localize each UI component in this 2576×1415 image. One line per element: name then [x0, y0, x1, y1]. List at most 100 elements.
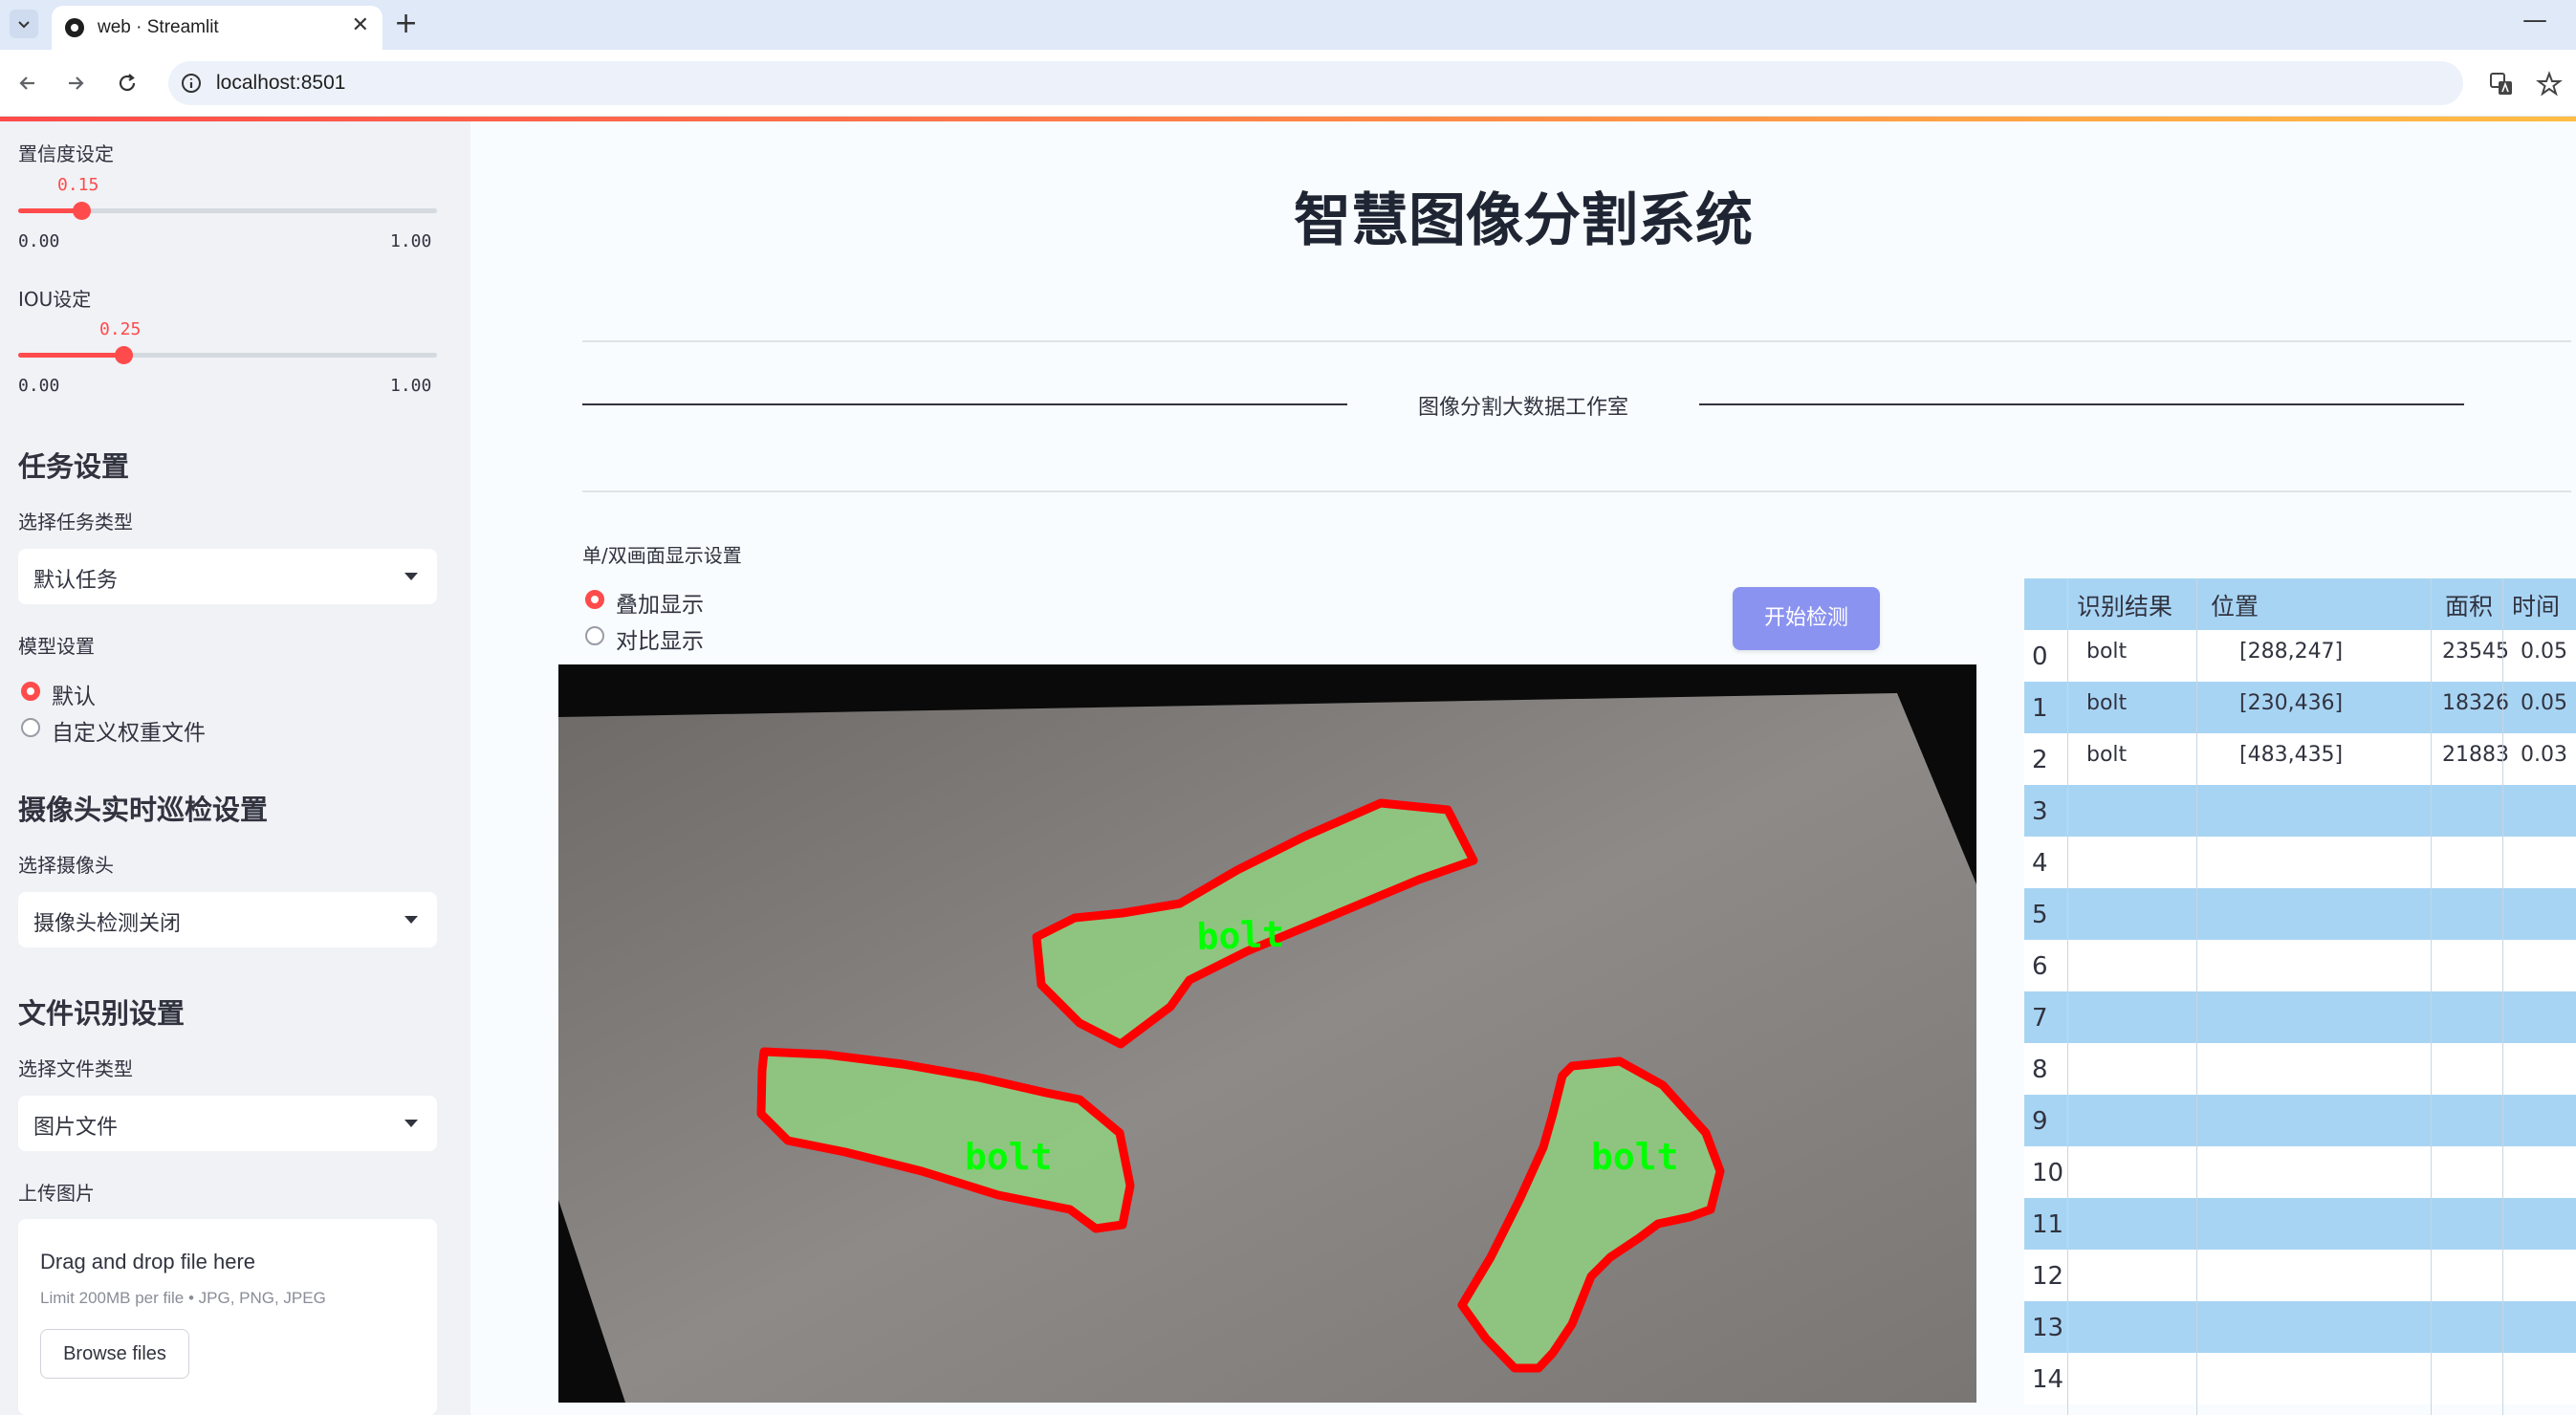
model-option-label: 自定义权重文件 [52, 721, 206, 746]
segmentation-canvas: bolt bolt bolt [558, 664, 1976, 1403]
task-type-label: 选择任务类型 [18, 511, 133, 533]
iou-slider-fill [18, 353, 123, 358]
task-settings-heading: 任务设置 [18, 450, 130, 483]
table-row-empty[interactable]: 8 [2024, 1043, 2576, 1095]
studio-text: 图像分割大数据工作室 [1417, 396, 1628, 420]
new-tab-plus-icon[interactable]: + [394, 8, 418, 40]
back-arrow-icon[interactable] [15, 71, 40, 96]
minimize-window-icon[interactable]: — [2522, 6, 2547, 34]
file-type-label: 选择文件类型 [18, 1057, 133, 1080]
cell-area: 23545 [2442, 640, 2509, 664]
confidence-slider-thumb[interactable] [73, 202, 91, 220]
iou-label: IOU设定 [18, 288, 92, 311]
table-row-empty[interactable]: 4 [2024, 837, 2576, 888]
task-type-select[interactable]: 默认任务 [18, 549, 437, 604]
confidence-slider[interactable] [18, 202, 437, 220]
cell-result: bolt [2086, 640, 2128, 664]
row-index: 13 [2032, 1314, 2064, 1342]
column-divider [2196, 578, 2197, 1415]
row-index: 4 [2032, 849, 2048, 878]
table-row-empty[interactable]: 7 [2024, 991, 2576, 1043]
table-row-empty[interactable]: 10 [2024, 1146, 2576, 1198]
table-row[interactable]: 2 bolt [483,435] 21883 0.03 [2024, 733, 2576, 785]
column-divider [2431, 578, 2432, 1415]
radio-selected-icon[interactable] [585, 590, 604, 609]
forward-arrow-icon[interactable] [63, 71, 88, 96]
confidence-min: 0.00 [18, 231, 60, 251]
display-option-label: 叠加显示 [616, 593, 704, 618]
translate-icon[interactable] [2488, 71, 2515, 98]
bookmark-star-icon[interactable] [2536, 71, 2563, 98]
cell-position: [483,435] [2239, 743, 2344, 767]
caret-down-icon [404, 1120, 418, 1127]
row-index: 10 [2032, 1159, 2064, 1187]
row-index: 1 [2032, 694, 2048, 723]
iou-slider-thumb[interactable] [115, 346, 133, 364]
dash-line-right [1699, 403, 2464, 405]
radio-selected-icon[interactable] [21, 682, 40, 701]
sidebar: 置信度设定 0.15 0.00 1.00 IOU设定 0.25 0.00 1.0… [0, 121, 470, 1415]
cell-result: bolt [2086, 743, 2128, 767]
row-index: 14 [2032, 1365, 2064, 1394]
column-header-position[interactable]: 位置 [2211, 588, 2259, 622]
confidence-max: 1.00 [390, 231, 432, 251]
bolt-label-3: bolt [1591, 1136, 1679, 1178]
start-detection-button[interactable]: 开始检测 [1733, 587, 1880, 650]
camera-select[interactable]: 摄像头检测关闭 [18, 892, 437, 947]
camera-select-label: 选择摄像头 [18, 854, 114, 877]
cell-time: 0.03 [2521, 743, 2567, 767]
caret-down-icon [404, 573, 418, 580]
reload-icon[interactable] [115, 71, 140, 96]
radio-unselected-icon[interactable] [585, 626, 604, 645]
table-row-empty[interactable]: 6 [2024, 940, 2576, 991]
table-row-empty[interactable]: 13 [2024, 1301, 2576, 1353]
row-index: 7 [2032, 1004, 2048, 1033]
page-title: 智慧图像分割系统 [1294, 187, 1753, 254]
table-header: 识别结果 位置 面积 时间 [2024, 578, 2576, 630]
radio-unselected-icon[interactable] [21, 718, 40, 737]
cell-time: 0.05 [2521, 691, 2567, 715]
column-header-time[interactable]: 时间 [2512, 588, 2560, 622]
row-index: 0 [2032, 642, 2048, 671]
streamlit-favicon-icon [65, 18, 84, 37]
task-type-value: 默认任务 [33, 569, 119, 593]
divider [582, 340, 2571, 342]
main-content: 智慧图像分割系统 图像分割大数据工作室 单/双画面显示设置 叠加显示 对比显示 … [470, 121, 2576, 1415]
row-index: 9 [2032, 1107, 2048, 1136]
table-row[interactable]: 0 bolt [288,247] 23545 0.05 [2024, 630, 2576, 682]
table-row-empty[interactable]: 12 [2024, 1250, 2576, 1301]
column-header-area[interactable]: 面积 [2445, 588, 2493, 622]
browser-tab-bar: web · Streamlit ✕ + — [0, 0, 2576, 50]
tab-list-button[interactable] [10, 10, 38, 38]
iou-slider[interactable] [18, 346, 437, 364]
camera-select-value: 摄像头检测关闭 [33, 912, 182, 936]
table-row[interactable]: 1 bolt [230,436] 18326 0.05 [2024, 682, 2576, 733]
site-info-icon[interactable] [180, 72, 203, 95]
browser-tab[interactable]: web · Streamlit ✕ [52, 6, 382, 50]
model-settings-label: 模型设置 [18, 635, 95, 658]
browse-files-button[interactable]: Browse files [40, 1329, 189, 1379]
column-header-result[interactable]: 识别结果 [2077, 588, 2172, 622]
column-divider [2067, 578, 2068, 1415]
url-field[interactable]: localhost:8501 [168, 61, 2463, 105]
results-table[interactable]: 识别结果 位置 面积 时间 0 bolt [288,247] 23545 0.0… [2024, 578, 2576, 1415]
column-divider [2502, 578, 2503, 1415]
file-type-value: 图片文件 [33, 1116, 119, 1140]
table-row-empty[interactable]: 3 [2024, 785, 2576, 837]
row-index: 3 [2032, 797, 2048, 826]
bolt-label-2: bolt [965, 1136, 1053, 1178]
dropzone-limit: Limit 200MB per file • JPG, PNG, JPEG [40, 1289, 326, 1307]
close-icon[interactable]: ✕ [352, 15, 369, 36]
cell-area: 18326 [2442, 691, 2509, 715]
file-dropzone[interactable]: Drag and drop file here Limit 200MB per … [18, 1219, 437, 1415]
confidence-label: 置信度设定 [18, 142, 114, 165]
divider [582, 490, 2571, 492]
table-row-empty[interactable]: 9 [2024, 1095, 2576, 1146]
address-bar: localhost:8501 [0, 50, 2576, 117]
dropzone-title: Drag and drop file here [40, 1250, 256, 1274]
table-row-empty[interactable]: 11 [2024, 1198, 2576, 1250]
file-type-select[interactable]: 图片文件 [18, 1096, 437, 1151]
table-row-empty[interactable]: 5 [2024, 888, 2576, 940]
dash-line-left [582, 403, 1347, 405]
table-row-empty[interactable]: 14 [2024, 1353, 2576, 1404]
